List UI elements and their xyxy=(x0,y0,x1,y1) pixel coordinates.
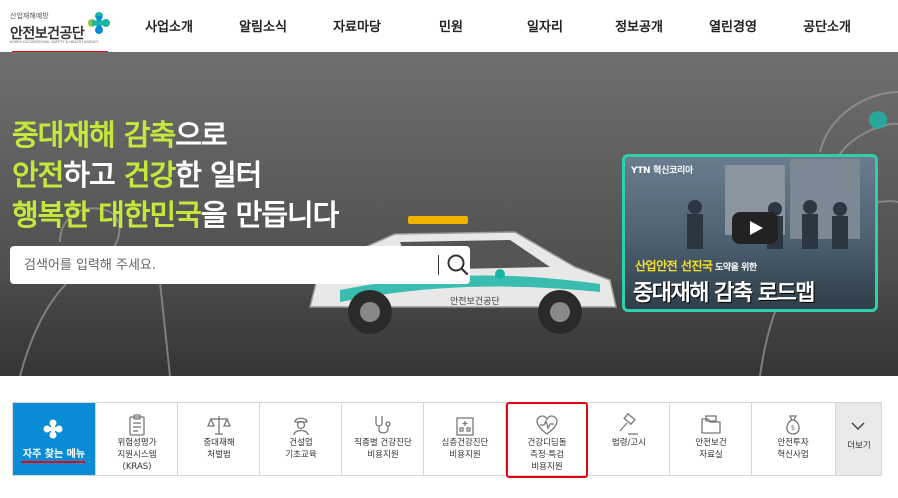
hero-headline-line-1: 중대재해 감축으로 xyxy=(12,112,228,154)
folder-icon xyxy=(701,415,721,434)
video-subtitle-rest: 도약을 위한 xyxy=(712,263,757,273)
quick-menu-header[interactable]: 자주 찾는 메뉴 xyxy=(13,403,95,475)
quick-item-label: 건강디딤돌 측정·특검 비용지원 xyxy=(527,438,567,472)
clipboard-icon xyxy=(129,414,145,436)
logo-tagline: 산업재해예방 xyxy=(10,12,49,20)
quick-item-safety-investment[interactable]: $ 안전투자 혁신사업 xyxy=(751,403,833,475)
main-nav: 사업소개 알림소식 자료마당 민원 일자리 정보공개 열린경영 공단소개 xyxy=(122,0,898,50)
search-input[interactable] xyxy=(24,252,424,278)
nav-item-news[interactable]: 알림소식 xyxy=(216,0,310,50)
video-subtitle: 산업안전 선진국 도약을 위한 xyxy=(635,257,757,274)
quick-item-laws-notices[interactable]: 법령/고시 xyxy=(587,403,669,475)
quick-item-label: 안전보건 자료실 xyxy=(695,438,727,460)
quick-item-label: 건설업 기초교육 xyxy=(285,438,317,460)
logo-english-name: KOREA OCCUPATIONAL SAFETY & HEALTH AGENC… xyxy=(10,40,99,44)
hero-line1-rest: 으로 xyxy=(175,118,227,152)
nav-item-about[interactable]: 공단소개 xyxy=(780,0,874,50)
search-divider xyxy=(438,255,439,275)
hero-line2-highlight-2: 건강 xyxy=(123,158,176,192)
play-icon[interactable] xyxy=(732,212,778,244)
search-box xyxy=(10,246,470,284)
search-icon[interactable] xyxy=(446,252,470,278)
quick-item-label: 법령/고시 xyxy=(611,438,647,448)
hero-headline-line-3: 행복한 대한민국을 만듭니다 xyxy=(12,192,339,234)
more-button[interactable]: 더보기 xyxy=(835,403,881,475)
quick-item-label: 심층건강진단 비용지원 xyxy=(441,438,489,460)
money-bag-icon: $ xyxy=(786,415,800,435)
video-subtitle-highlight: 산업안전 선진국 xyxy=(635,259,713,273)
nav-item-civil-service[interactable]: 민원 xyxy=(404,0,498,50)
quick-item-kras[interactable]: 위험성평가 지원시스템 (KRAS) xyxy=(95,403,177,475)
quick-item-label: 위험성평가 지원시스템 (KRAS) xyxy=(117,438,157,472)
quick-item-label: 중대재해 처벌법 xyxy=(203,438,235,460)
cross-logo-icon xyxy=(43,419,63,439)
nav-item-business[interactable]: 사업소개 xyxy=(122,0,216,50)
quick-menu-annotation-underline xyxy=(21,461,85,463)
gavel-icon xyxy=(619,413,638,435)
promo-video-card[interactable]: YTN 혁신코리아 산업안전 선진국 도약을 위한 중대재해 감축 로드맵 xyxy=(622,154,878,312)
quick-item-in-depth-checkup[interactable]: 심층건강진단 비용지원 xyxy=(423,403,505,475)
hero-line1-highlight: 중대재해 감축 xyxy=(12,118,176,152)
nav-item-jobs[interactable]: 일자리 xyxy=(498,0,592,50)
svg-text:$: $ xyxy=(791,424,795,432)
nav-item-open-management[interactable]: 열린경영 xyxy=(686,0,780,50)
logo-cross-icon xyxy=(88,12,110,34)
hero-line2-middle: 하고 xyxy=(63,158,124,192)
quick-item-safety-library[interactable]: 안전보건 자료실 xyxy=(669,403,751,475)
car-agency-label: 안전보건공단 xyxy=(450,296,500,307)
hero-banner: 중대재해 감축으로 안전하고 건강한 일터 행복한 대한민국을 만듭니다 안전보… xyxy=(0,52,898,376)
quick-menu: 자주 찾는 메뉴 위험성평가 지원시스템 (KRAS) 중대재해 처벌법 건설업… xyxy=(12,402,882,476)
site-header: 산업재해예방 안전보건공단 KOREA OCCUPATIONAL SAFETY … xyxy=(0,0,898,53)
hero-line2-rest: 한 일터 xyxy=(175,158,262,192)
site-logo[interactable]: 산업재해예방 안전보건공단 KOREA OCCUPATIONAL SAFETY … xyxy=(8,6,114,53)
more-label: 더보기 xyxy=(847,441,871,451)
nav-item-disclosure[interactable]: 정보공개 xyxy=(592,0,686,50)
video-title: 중대재해 감축 로드맵 xyxy=(633,281,815,306)
quick-item-label: 직종별 건강진단 비용지원 xyxy=(354,438,412,460)
hero-line3-highlight: 행복한 대한민국 xyxy=(12,198,202,232)
stethoscope-icon xyxy=(375,416,391,434)
nav-item-resources[interactable]: 자료마당 xyxy=(310,0,404,50)
hero-headline-line-2: 안전하고 건강한 일터 xyxy=(12,152,262,194)
chevron-down-icon xyxy=(851,422,865,431)
quick-item-construction-training[interactable]: 건설업 기초교육 xyxy=(259,403,341,475)
quick-menu-title: 자주 찾는 메뉴 xyxy=(22,449,86,460)
quick-item-serious-accident-act[interactable]: 중대재해 처벌법 xyxy=(177,403,259,475)
hero-line2-highlight-1: 안전 xyxy=(12,158,64,192)
video-source-tag: YTN 혁신코리아 xyxy=(631,166,694,176)
scales-icon xyxy=(207,416,231,435)
heartbeat-icon xyxy=(536,415,558,435)
quick-item-occupational-checkup[interactable]: 직종별 건강진단 비용지원 xyxy=(341,403,423,475)
quick-item-health-stepping-stone[interactable]: 건강디딤돌 측정·특검 비용지원 xyxy=(505,403,587,475)
worker-icon xyxy=(293,417,309,436)
hospital-icon xyxy=(456,417,474,436)
quick-item-label: 안전투자 혁신사업 xyxy=(777,438,809,460)
